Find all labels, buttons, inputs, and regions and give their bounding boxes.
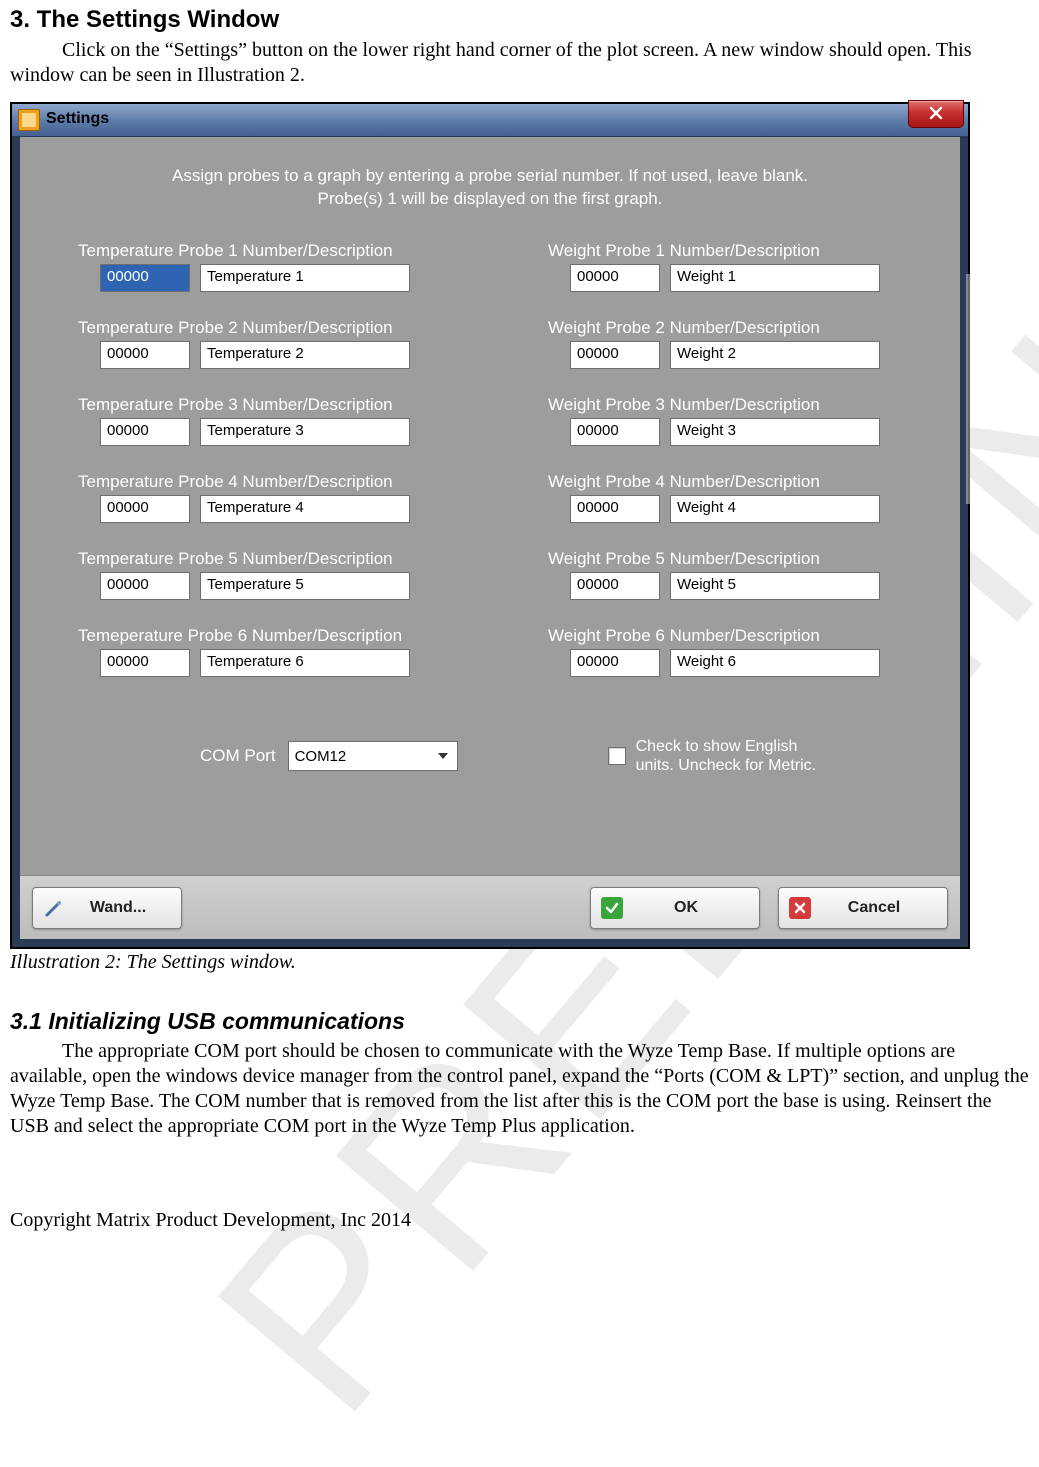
probe-label: Weight Probe 6 Number/Description — [528, 626, 936, 646]
ok-button-label: OK — [623, 899, 759, 917]
weight3-desc-input[interactable]: Weight 3 — [670, 418, 880, 446]
units-checkbox-label: Check to show English units. Uncheck for… — [636, 737, 817, 775]
section-paragraph-text: Click on the “Settings” button on the lo… — [10, 39, 971, 86]
probe-label: Temperature Probe 3 Number/Description — [58, 395, 466, 415]
titlebar: Settings — [12, 104, 968, 137]
section-paragraph: Click on the “Settings” button on the lo… — [10, 38, 1029, 88]
subsection-heading: 3.1 Initializing USB communications — [10, 1008, 1029, 1035]
weight-probe-4: Weight Probe 4 Number/Description 00000 … — [528, 472, 936, 523]
temp-probe-4: Temperature Probe 4 Number/Description 0… — [58, 472, 466, 523]
temp-probe-3: Temperature Probe 3 Number/Description 0… — [58, 395, 466, 446]
probe-label: Temeperature Probe 6 Number/Description — [58, 626, 466, 646]
probe-label: Temperature Probe 5 Number/Description — [58, 549, 466, 569]
cancel-button-label: Cancel — [811, 899, 947, 917]
weight4-number-input[interactable]: 00000 — [570, 495, 660, 523]
weight-probe-5: Weight Probe 5 Number/Description 00000 … — [528, 549, 936, 600]
wand-icon — [43, 897, 65, 919]
weight-probe-3: Weight Probe 3 Number/Description 00000 … — [528, 395, 936, 446]
weight1-number-input[interactable]: 00000 — [570, 264, 660, 292]
wand-button-label: Wand... — [65, 899, 181, 917]
weight6-number-input[interactable]: 00000 — [570, 649, 660, 677]
temp3-desc-input[interactable]: Temperature 3 — [200, 418, 410, 446]
temp4-number-input[interactable]: 00000 — [100, 495, 190, 523]
temp1-number-input[interactable]: 00000 — [100, 264, 190, 292]
weight3-number-input[interactable]: 00000 — [570, 418, 660, 446]
probe-label: Weight Probe 2 Number/Description — [528, 318, 936, 338]
weight5-number-input[interactable]: 00000 — [570, 572, 660, 600]
weight2-desc-input[interactable]: Weight 2 — [670, 341, 880, 369]
temp6-desc-input[interactable]: Temperature 6 — [200, 649, 410, 677]
com-port-label: COM Port — [200, 746, 276, 766]
units-checkbox[interactable] — [608, 747, 626, 765]
subsection-paragraph-text: The appropriate COM port should be chose… — [10, 1040, 1029, 1137]
cancel-button[interactable]: Cancel — [778, 887, 948, 929]
weight-probe-6: Weight Probe 6 Number/Description 00000 … — [528, 626, 936, 677]
weight6-desc-input[interactable]: Weight 6 — [670, 649, 880, 677]
check-icon — [601, 897, 623, 919]
x-icon — [789, 897, 811, 919]
window-body: Assign probes to a graph by entering a p… — [20, 137, 960, 939]
weight-column: Weight Probe 1 Number/Description 00000 … — [490, 241, 960, 703]
temp-probe-6: Temeperature Probe 6 Number/Description … — [58, 626, 466, 677]
weight-probe-2: Weight Probe 2 Number/Description 00000 … — [528, 318, 936, 369]
weight2-number-input[interactable]: 00000 — [570, 341, 660, 369]
temp2-number-input[interactable]: 00000 — [100, 341, 190, 369]
subsection-paragraph: The appropriate COM port should be chose… — [10, 1039, 1029, 1139]
app-icon — [18, 109, 40, 131]
temp6-number-input[interactable]: 00000 — [100, 649, 190, 677]
com-port-select[interactable]: COM12 — [288, 741, 458, 771]
weight4-desc-input[interactable]: Weight 4 — [670, 495, 880, 523]
temp3-number-input[interactable]: 00000 — [100, 418, 190, 446]
probe-label: Weight Probe 3 Number/Description — [528, 395, 936, 415]
copyright-footer: Copyright Matrix Product Development, In… — [10, 1209, 1029, 1232]
settings-window: Settings Assign probes to a graph by ent… — [10, 102, 970, 949]
button-bar: Wand... OK Cancel — [20, 875, 960, 939]
illustration-caption: Illustration 2: The Settings window. — [10, 951, 1029, 974]
weight5-desc-input[interactable]: Weight 5 — [670, 572, 880, 600]
temp2-desc-input[interactable]: Temperature 2 — [200, 341, 410, 369]
ok-button[interactable]: OK — [590, 887, 760, 929]
weight-probe-1: Weight Probe 1 Number/Description 00000 … — [528, 241, 936, 292]
instruction-text: Assign probes to a graph by entering a p… — [20, 137, 960, 211]
temp5-desc-input[interactable]: Temperature 5 — [200, 572, 410, 600]
temp-probe-2: Temperature Probe 2 Number/Description 0… — [58, 318, 466, 369]
chevron-down-icon — [433, 746, 453, 766]
close-icon — [929, 106, 943, 120]
close-button[interactable] — [908, 100, 964, 128]
probe-label: Weight Probe 1 Number/Description — [528, 241, 936, 261]
temp5-number-input[interactable]: 00000 — [100, 572, 190, 600]
probe-label: Weight Probe 4 Number/Description — [528, 472, 936, 492]
probe-label: Temperature Probe 4 Number/Description — [58, 472, 466, 492]
weight1-desc-input[interactable]: Weight 1 — [670, 264, 880, 292]
temperature-column: Temperature Probe 1 Number/Description 0… — [20, 241, 490, 703]
temp4-desc-input[interactable]: Temperature 4 — [200, 495, 410, 523]
window-title: Settings — [46, 110, 109, 128]
wand-button[interactable]: Wand... — [32, 887, 182, 929]
section-heading: 3. The Settings Window — [10, 6, 1029, 34]
temp-probe-5: Temperature Probe 5 Number/Description 0… — [58, 549, 466, 600]
probe-label: Weight Probe 5 Number/Description — [528, 549, 936, 569]
temp-probe-1: Temperature Probe 1 Number/Description 0… — [58, 241, 466, 292]
probe-label: Temperature Probe 1 Number/Description — [58, 241, 466, 261]
com-port-value: COM12 — [295, 748, 347, 765]
temp1-desc-input[interactable]: Temperature 1 — [200, 264, 410, 292]
probe-label: Temperature Probe 2 Number/Description — [58, 318, 466, 338]
